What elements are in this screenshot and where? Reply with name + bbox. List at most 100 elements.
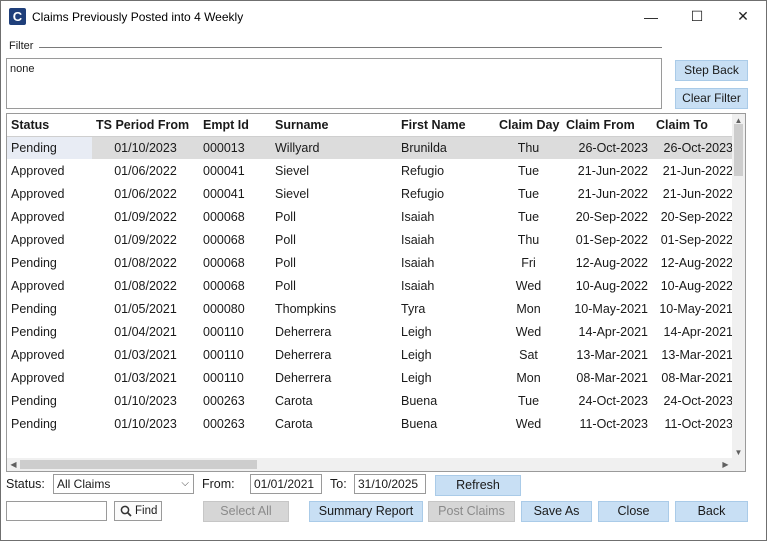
cell-claim-day: Mon xyxy=(516,301,541,316)
close-window-button[interactable]: ✕ xyxy=(720,1,766,32)
maximize-button[interactable]: ☐ xyxy=(674,1,720,32)
summary-report-button[interactable]: Summary Report xyxy=(309,501,423,522)
filter-label: Filter xyxy=(9,40,34,52)
cell-first-name: Refugio xyxy=(401,186,445,201)
cell-status: Approved xyxy=(11,278,65,293)
post-claims-button[interactable]: Post Claims xyxy=(428,501,515,522)
cell-claim-from: 21-Jun-2022 xyxy=(577,163,648,178)
column-header-claim-day[interactable]: Claim Day xyxy=(495,114,562,137)
cell-surname: Deherrera xyxy=(275,347,332,362)
cell-empt-id: 000068 xyxy=(203,255,245,270)
table-row[interactable]: Pending 01/10/2023 000263 Carota Buena Wed 11-… xyxy=(7,412,737,435)
cell-first-name: Tyra xyxy=(401,301,426,316)
cell-status: Approved xyxy=(11,186,65,201)
table-row[interactable]: Pending 01/10/2023 000263 Carota Buena Tue 24-… xyxy=(7,389,737,412)
claims-grid[interactable]: Status TS Period From Empt Id Surname Fi… xyxy=(6,113,746,472)
status-select-value: All Claims xyxy=(57,477,111,491)
filter-divider xyxy=(39,47,662,48)
cell-claim-day: Tue xyxy=(517,209,540,224)
scroll-left-icon[interactable]: ◀ xyxy=(7,458,20,471)
header-row: Status TS Period From Empt Id Surname Fi… xyxy=(7,114,737,137)
table-row[interactable]: Approved 01/08/2022 000068 Poll Isaiah Wed 10-… xyxy=(7,274,737,297)
clear-filter-button[interactable]: Clear Filter xyxy=(675,88,748,109)
cell-first-name: Brunilda xyxy=(397,136,495,159)
search-icon xyxy=(120,505,132,517)
chevron-down-icon: ⌵ xyxy=(181,478,189,489)
cell-status: Approved xyxy=(11,163,65,178)
column-header-ts-period-from[interactable]: TS Period From xyxy=(92,114,199,137)
cell-claim-day: Wed xyxy=(515,416,542,431)
cell-claim-to: 26-Oct-2023 xyxy=(652,136,737,159)
table-row[interactable]: Pending 01/05/2021 000080 Thompkins Tyra Mon 1… xyxy=(7,297,737,320)
cell-claim-to: 21-Jun-2022 xyxy=(662,186,733,201)
select-all-button[interactable]: Select All xyxy=(203,501,289,522)
cell-first-name: Isaiah xyxy=(401,278,435,293)
cell-claim-to: 10-May-2021 xyxy=(659,301,733,316)
cell-empt-id: 000110 xyxy=(203,347,244,362)
cell-status: Pending xyxy=(7,136,92,159)
cell-claim-to: 24-Oct-2023 xyxy=(663,393,733,408)
column-header-status[interactable]: Status xyxy=(7,114,92,137)
window-title: Claims Previously Posted into 4 Weekly xyxy=(32,10,244,24)
column-header-claim-to[interactable]: Claim To xyxy=(652,114,737,137)
cell-claim-to: 20-Sep-2022 xyxy=(660,209,733,224)
cell-claim-from: 11-Oct-2023 xyxy=(579,416,648,431)
table-row[interactable]: Pending 01/10/2023 000013 Willyard Brunilda T… xyxy=(7,136,737,159)
cell-ts-period-from: 01/09/2022 xyxy=(114,209,177,224)
minimize-button[interactable]: — xyxy=(628,1,674,32)
cell-status: Approved xyxy=(11,370,65,385)
search-input[interactable] xyxy=(6,501,107,521)
table-row[interactable]: Approved 01/09/2022 000068 Poll Isaiah Thu 01-… xyxy=(7,228,737,251)
cell-first-name: Isaiah xyxy=(401,209,435,224)
column-header-claim-from[interactable]: Claim From xyxy=(562,114,652,137)
cell-claim-day: Tue xyxy=(517,393,540,408)
cell-first-name: Leigh xyxy=(401,324,432,339)
horizontal-scroll-thumb[interactable] xyxy=(20,460,257,469)
table-row[interactable]: Approved 01/09/2022 000068 Poll Isaiah Tue 20-… xyxy=(7,205,737,228)
cell-claim-to: 01-Sep-2022 xyxy=(660,232,733,247)
cell-surname: Carota xyxy=(275,393,313,408)
status-select[interactable]: All Claims ⌵ xyxy=(53,474,194,494)
vertical-scroll-thumb[interactable] xyxy=(734,124,743,176)
cell-empt-id: 000110 xyxy=(203,324,244,339)
cell-empt-id: 000110 xyxy=(203,370,244,385)
table-row[interactable]: Pending 01/04/2021 000110 Deherrera Leigh Wed… xyxy=(7,320,737,343)
step-back-button[interactable]: Step Back xyxy=(675,60,748,81)
close-button[interactable]: Close xyxy=(598,501,669,522)
cell-claim-day: Fri xyxy=(521,255,536,270)
from-date-field[interactable]: 01/01/2021 xyxy=(250,474,322,494)
save-as-button[interactable]: Save As xyxy=(521,501,592,522)
back-button[interactable]: Back xyxy=(675,501,748,522)
cell-ts-period-from: 01/04/2021 xyxy=(114,324,177,339)
cell-status: Approved xyxy=(11,232,65,247)
vertical-scrollbar[interactable]: ▲ ▼ xyxy=(732,114,745,459)
cell-claim-from: 12-Aug-2022 xyxy=(575,255,648,270)
table-row[interactable]: Approved 01/06/2022 000041 Sievel Refugio Tue… xyxy=(7,182,737,205)
column-header-surname[interactable]: Surname xyxy=(271,114,397,137)
to-date-field[interactable]: 31/10/2025 xyxy=(354,474,426,494)
cell-claim-day: Mon xyxy=(516,370,541,385)
refresh-button[interactable]: Refresh xyxy=(435,475,521,496)
cell-surname: Sievel xyxy=(275,186,310,201)
cell-ts-period-from: 01/06/2022 xyxy=(114,163,177,178)
cell-surname: Willyard xyxy=(271,136,397,159)
claims-table: Status TS Period From Empt Id Surname Fi… xyxy=(7,114,737,435)
scroll-right-icon[interactable]: ▶ xyxy=(719,458,732,471)
table-row[interactable]: Approved 01/03/2021 000110 Deherrera Leigh Mo… xyxy=(7,366,737,389)
horizontal-scrollbar[interactable]: ◀ ▶ xyxy=(7,458,745,471)
cell-ts-period-from: 01/06/2022 xyxy=(114,186,177,201)
cell-status: Approved xyxy=(11,347,65,362)
column-header-first-name[interactable]: First Name xyxy=(397,114,495,137)
table-row[interactable]: Pending 01/08/2022 000068 Poll Isaiah Fri 12-A… xyxy=(7,251,737,274)
cell-first-name: Buena xyxy=(401,416,438,431)
table-row[interactable]: Approved 01/03/2021 000110 Deherrera Leigh Sa… xyxy=(7,343,737,366)
cell-claim-to: 08-Mar-2021 xyxy=(661,370,733,385)
find-button[interactable]: Find xyxy=(114,501,162,521)
cell-claim-from: 20-Sep-2022 xyxy=(575,209,648,224)
column-header-empt-id[interactable]: Empt Id xyxy=(199,114,271,137)
cell-ts-period-from: 01/05/2021 xyxy=(114,301,177,316)
cell-surname: Poll xyxy=(275,278,296,293)
table-row[interactable]: Approved 01/06/2022 000041 Sievel Refugio Tue… xyxy=(7,159,737,182)
cell-empt-id: 000013 xyxy=(199,136,271,159)
filter-text-box[interactable]: none xyxy=(6,58,662,109)
